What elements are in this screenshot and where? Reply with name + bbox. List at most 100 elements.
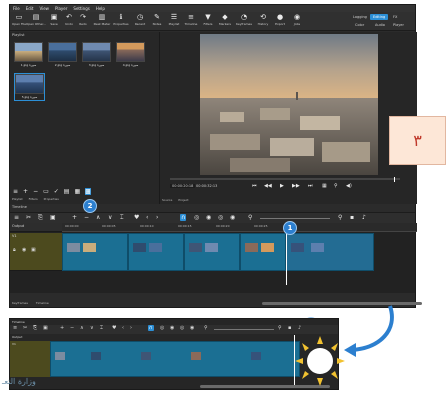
copy-icon[interactable]: ⎘ xyxy=(33,325,37,331)
check-icon[interactable]: ✓ xyxy=(54,188,59,195)
ripple-icon[interactable]: ◉ xyxy=(170,325,174,331)
tiles-view-icon[interactable]: ▦ xyxy=(74,188,80,195)
volume-icon[interactable]: ◀) xyxy=(346,183,352,189)
markers-button[interactable]: ◆ Markers xyxy=(218,13,232,30)
cut-icon[interactable]: ✂ xyxy=(23,325,27,331)
tab-keyframes[interactable]: Keyframes xyxy=(12,301,28,305)
jobs-button[interactable]: ◉ Jobs xyxy=(290,13,304,30)
playlist-item[interactable]: 2.jpg صورة xyxy=(48,42,77,67)
time-ruler[interactable]: 00:00:00 00:00:05 00:00:10 00:00:15 00:0… xyxy=(62,223,417,232)
ripple-all-icon[interactable]: ◎ xyxy=(180,325,184,331)
current-timecode[interactable]: 00:00:20:18 xyxy=(170,184,196,188)
tab-project[interactable]: Project xyxy=(178,198,188,202)
menu-edit[interactable]: Edit xyxy=(26,6,34,11)
history-button[interactable]: ⟲ History xyxy=(256,13,270,30)
timeline-clip-strip[interactable] xyxy=(50,341,300,377)
details-view-icon[interactable]: ▤ xyxy=(64,188,70,195)
open-other-button[interactable]: ▤ Open Other... xyxy=(26,13,46,30)
layout-fx[interactable]: FX xyxy=(390,14,400,20)
remove-icon[interactable]: − xyxy=(84,214,89,221)
prev-marker-icon[interactable]: ‹ xyxy=(146,214,148,221)
v1-track-header[interactable]: V1 xyxy=(10,341,50,377)
playlist-item[interactable]: 1.jpg صورة xyxy=(14,42,43,67)
menu-settings[interactable]: Settings xyxy=(73,6,89,11)
marker-icon[interactable]: ♥ xyxy=(112,325,116,331)
playlist-button[interactable]: ☰ Playlist xyxy=(167,13,181,30)
add-icon[interactable]: + xyxy=(23,188,28,195)
copy-icon[interactable]: ⎘ xyxy=(38,214,43,222)
menu-help[interactable]: Help xyxy=(96,6,105,11)
tab-properties[interactable]: Properties xyxy=(44,197,59,201)
zoom-out-icon[interactable]: ⚲ xyxy=(248,214,252,221)
ripple-all-icon[interactable]: ◎ xyxy=(218,214,223,221)
scrub-icon[interactable]: ◎ xyxy=(194,214,199,221)
playlist-item-selected[interactable]: 5.jpg صورة xyxy=(14,73,45,101)
playlist-item[interactable]: 3.jpg صورة xyxy=(82,42,111,67)
marker-icon[interactable]: ♥ xyxy=(134,214,139,221)
scrub-handle[interactable] xyxy=(394,177,395,182)
lift-icon[interactable]: ∧ xyxy=(80,325,84,331)
timeline-menu-icon[interactable]: ≡ xyxy=(13,325,17,331)
icons-view-icon[interactable]: ▩ xyxy=(85,187,91,195)
redo-button[interactable]: ↷ Redo xyxy=(76,13,90,30)
recent-button[interactable]: ◷ Recent xyxy=(133,13,147,30)
tab-source[interactable]: Source xyxy=(162,198,172,202)
remove-icon[interactable]: − xyxy=(33,188,38,195)
menu-icon[interactable]: ≡ xyxy=(13,188,18,195)
properties-button[interactable]: ℹ Properties xyxy=(113,13,128,30)
composite-icon[interactable]: ▣ xyxy=(31,247,36,253)
timeline-clip[interactable] xyxy=(128,233,184,271)
layout-editing[interactable]: Editing xyxy=(370,14,389,20)
open-file-button[interactable]: ▭ Open File xyxy=(12,13,26,30)
video-preview[interactable] xyxy=(200,34,378,175)
hide-icon[interactable]: ◉ xyxy=(22,247,26,253)
v1-track-header[interactable]: V1 🔒︎ ◉ ▣ xyxy=(10,233,62,271)
scrub-bar[interactable] xyxy=(170,178,400,180)
zoom-fit-icon[interactable]: ▪ xyxy=(350,214,354,221)
ripple-markers-icon[interactable]: ◉ xyxy=(190,325,194,331)
timeline-clip-selected[interactable] xyxy=(286,233,374,271)
next-marker-icon[interactable]: › xyxy=(130,325,132,331)
ripple-markers-icon[interactable]: ◉ xyxy=(230,214,235,221)
scrub-icon[interactable]: ◎ xyxy=(160,325,164,331)
layout-audio[interactable]: Audio xyxy=(372,22,388,28)
zoom-in-icon[interactable]: ⚲ xyxy=(338,214,342,221)
skip-previous-icon[interactable]: ⏮ xyxy=(252,183,257,189)
zoom-slider[interactable] xyxy=(214,329,274,330)
snap-icon[interactable]: ∩ xyxy=(148,325,154,331)
split-icon[interactable]: ⌶ xyxy=(120,214,124,222)
timeline-button[interactable]: ≡ Timeline xyxy=(184,13,198,30)
cut-icon[interactable]: ✂ xyxy=(26,214,31,221)
append-icon[interactable]: + xyxy=(72,214,77,221)
record-audio-icon[interactable]: ♪ xyxy=(362,214,366,221)
zoom-icon[interactable]: ⚲ xyxy=(334,183,338,189)
timeline-clip[interactable] xyxy=(240,233,286,271)
tab-playlist[interactable]: Playlist xyxy=(12,197,23,201)
timeline-menu-icon[interactable]: ≡ xyxy=(14,214,19,221)
undo-button[interactable]: ↶ Undo xyxy=(62,13,76,30)
append-icon[interactable]: + xyxy=(60,325,64,331)
paste-icon[interactable]: ▣ xyxy=(50,214,56,221)
rewind-icon[interactable]: ◀◀ xyxy=(264,183,272,189)
export-button[interactable]: ● Export xyxy=(273,13,287,30)
split-icon[interactable]: ⌶ xyxy=(100,325,103,331)
lock-icon[interactable]: 🔒︎ xyxy=(13,247,16,253)
zoom-fit-icon[interactable]: ▪ xyxy=(288,325,291,331)
remove-icon[interactable]: − xyxy=(70,325,74,331)
zoom-slider[interactable] xyxy=(260,218,330,219)
keyframes-button[interactable]: ◔ Keyframes xyxy=(236,13,252,30)
menu-player[interactable]: Player xyxy=(55,6,67,11)
menu-file[interactable]: File xyxy=(13,6,20,11)
skip-next-icon[interactable]: ⏭ xyxy=(308,183,313,189)
overwrite-icon[interactable]: ∨ xyxy=(108,214,112,221)
timeline-clip[interactable] xyxy=(184,233,240,271)
update-icon[interactable]: ▭ xyxy=(43,188,49,195)
layout-logging[interactable]: Logging xyxy=(350,14,370,20)
notes-button[interactable]: ✎ Notes xyxy=(150,13,164,30)
record-audio-icon[interactable]: ♪ xyxy=(298,325,301,331)
play-icon[interactable]: ▶ xyxy=(280,183,284,189)
tab-filters[interactable]: Filters xyxy=(29,197,38,201)
peak-meter-button[interactable]: ▥ Peak Meter xyxy=(94,13,111,30)
playlist-item[interactable]: 4.jpg صورة xyxy=(116,42,145,67)
snap-icon[interactable]: ∩ xyxy=(180,214,187,221)
